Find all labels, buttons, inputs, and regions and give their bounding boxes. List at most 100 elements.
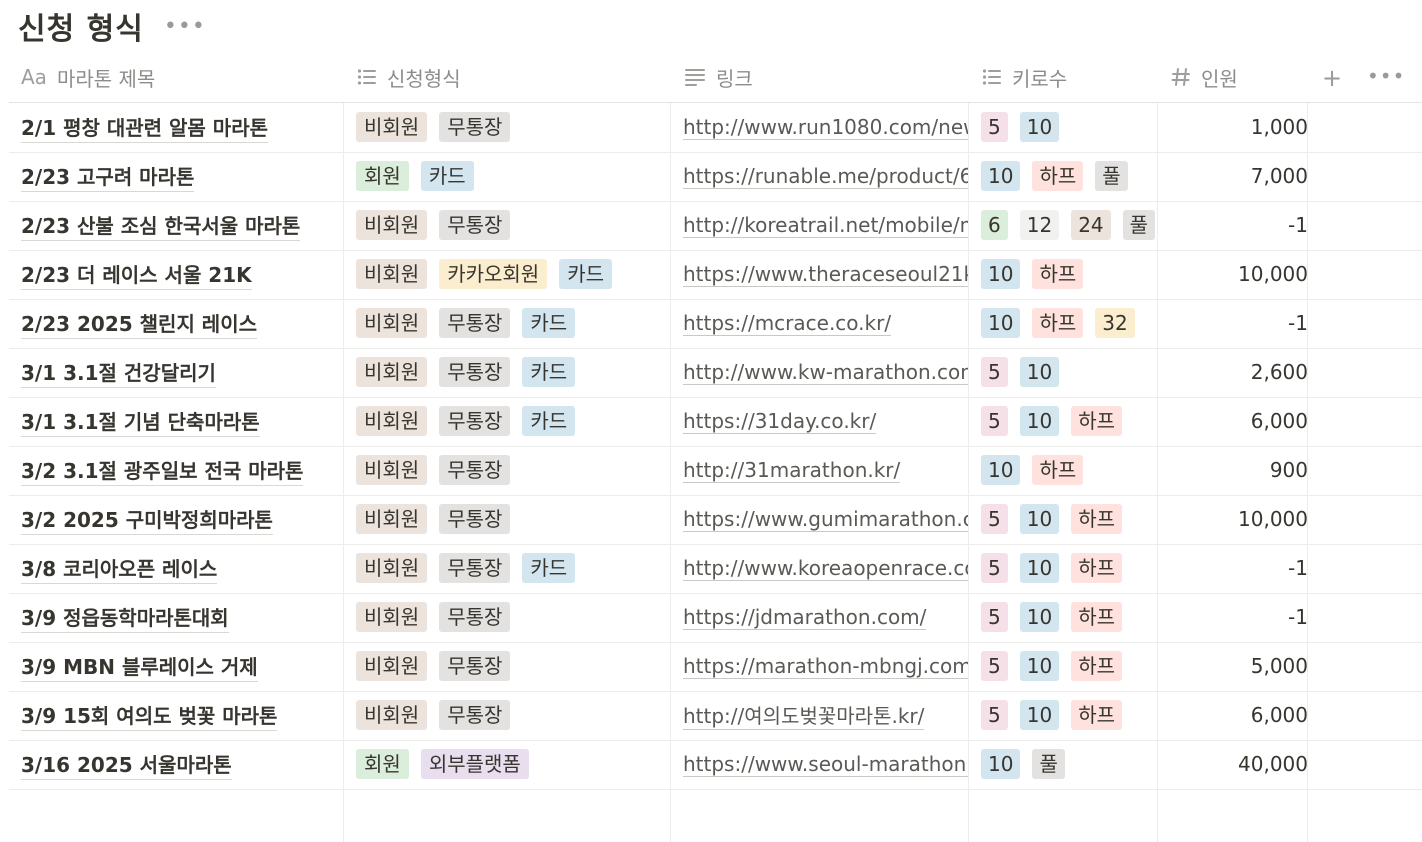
km-cell[interactable]: 10 풀: [981, 740, 1158, 788]
column-header-link[interactable]: 링크: [684, 52, 753, 102]
link-cell[interactable]: http://koreatrail.net/mobile/ma: [683, 201, 968, 249]
page-title[interactable]: 신청 형식: [18, 4, 144, 48]
link-cell[interactable]: http://31marathon.kr/: [683, 446, 968, 494]
km-cell[interactable]: 5 10: [981, 348, 1158, 396]
km-cell[interactable]: 6 12 24 풀: [981, 201, 1158, 249]
link-url[interactable]: http://www.kw-marathon.com/: [683, 360, 968, 385]
marathon-title-cell[interactable]: 3/8 코리아오픈 레이스: [21, 544, 341, 592]
km-cell[interactable]: 5 10 하프: [981, 397, 1158, 445]
km-cell[interactable]: 10 하프: [981, 250, 1158, 298]
marathon-title[interactable]: 2/23 고구려 마라톤: [21, 161, 195, 192]
table-row[interactable]: 3/9 정읍동학마라톤대회 비회원 무통장 https://jdmarathon.co…: [9, 593, 1422, 643]
marathon-title-cell[interactable]: 3/16 2025 서울마라톤: [21, 740, 341, 788]
participant-count[interactable]: 10,000: [1158, 495, 1308, 543]
participant-count[interactable]: -1: [1158, 201, 1308, 249]
participant-count[interactable]: -1: [1158, 299, 1308, 347]
form-cell[interactable]: 회원 외부플랫폼: [356, 740, 671, 788]
link-cell[interactable]: https://runable.me/product/66: [683, 152, 968, 200]
table-row[interactable]: 2/23 산불 조심 한국서울 마라톤 비회원 무통장 http://koreatra…: [9, 201, 1422, 251]
link-cell[interactable]: https://marathon-mbngj.com/: [683, 642, 968, 690]
form-cell[interactable]: 비회원 카카오회원 카드: [356, 250, 671, 298]
link-cell[interactable]: https://www.seoul-marathon.co: [683, 740, 968, 788]
marathon-title[interactable]: 3/9 15회 여의도 벚꽃 마라톤: [21, 700, 278, 731]
link-cell[interactable]: https://31day.co.kr/: [683, 397, 968, 445]
table-row[interactable]: 2/1 평창 대관련 알몸 마라톤 비회원 무통장 http://www.run108…: [9, 103, 1422, 153]
page-more-icon[interactable]: •••: [164, 14, 206, 39]
marathon-title[interactable]: 3/2 3.1절 광주일보 전국 마라톤: [21, 455, 304, 486]
marathon-title-cell[interactable]: 3/1 3.1절 기념 단축마라톤: [21, 397, 341, 445]
marathon-title-cell[interactable]: 3/2 3.1절 광주일보 전국 마라톤: [21, 446, 341, 494]
marathon-title-cell[interactable]: 3/9 MBN 블루레이스 거제: [21, 642, 341, 690]
form-cell[interactable]: 비회원 무통장: [356, 103, 671, 151]
marathon-title[interactable]: 3/9 MBN 블루레이스 거제: [21, 651, 258, 682]
participant-count[interactable]: -1: [1158, 544, 1308, 592]
table-row[interactable]: 3/2 3.1절 광주일보 전국 마라톤 비회원 무통장 http://31marat…: [9, 446, 1422, 496]
link-cell[interactable]: http://여의도벚꽃마라톤.kr/: [683, 691, 968, 739]
link-cell[interactable]: https://www.gumimarathon.cor: [683, 495, 968, 543]
link-url[interactable]: https://mcrace.co.kr/: [683, 311, 892, 336]
km-cell[interactable]: 5 10 하프: [981, 691, 1158, 739]
participant-count[interactable]: 5,000: [1158, 642, 1308, 690]
link-url[interactable]: https://www.gumimarathon.cor: [683, 507, 968, 532]
table-row[interactable]: 3/2 2025 구미박정희마라톤 비회원 무통장 https://www.gumim…: [9, 495, 1422, 545]
km-cell[interactable]: 10 하프 32: [981, 299, 1158, 347]
column-header-km[interactable]: 키로수: [982, 52, 1067, 102]
marathon-title-cell[interactable]: 3/1 3.1절 건강달리기: [21, 348, 341, 396]
marathon-title-cell[interactable]: 2/23 2025 챌린지 레이스: [21, 299, 341, 347]
form-cell[interactable]: 비회원 무통장 카드: [356, 544, 671, 592]
form-cell[interactable]: 비회원 무통장 카드: [356, 299, 671, 347]
km-cell[interactable]: 10 하프: [981, 446, 1158, 494]
km-cell[interactable]: 5 10 하프: [981, 642, 1158, 690]
link-url[interactable]: http://koreatrail.net/mobile/ma: [683, 213, 968, 238]
marathon-title-cell[interactable]: 2/23 고구려 마라톤: [21, 152, 341, 200]
marathon-title[interactable]: 3/1 3.1절 건강달리기: [21, 357, 216, 388]
form-cell[interactable]: 비회원 무통장 카드: [356, 348, 671, 396]
km-cell[interactable]: 5 10: [981, 103, 1158, 151]
form-cell[interactable]: 비회원 무통장 카드: [356, 397, 671, 445]
marathon-title[interactable]: 2/1 평창 대관련 알몸 마라톤: [21, 112, 268, 143]
participant-count[interactable]: 6,000: [1158, 397, 1308, 445]
table-row[interactable]: 3/9 MBN 블루레이스 거제 비회원 무통장 https://marathon-m…: [9, 642, 1422, 692]
add-property-icon[interactable]: +: [1322, 64, 1342, 92]
link-url[interactable]: http://www.koreaopenrace.com: [683, 556, 968, 581]
form-cell[interactable]: 비회원 무통장: [356, 495, 671, 543]
column-header-title[interactable]: Aa 마라톤 제목: [21, 52, 155, 102]
link-url[interactable]: http://www.run1080.com/new/: [683, 115, 968, 140]
km-cell[interactable]: 5 10 하프: [981, 544, 1158, 592]
form-cell[interactable]: 비회원 무통장: [356, 593, 671, 641]
participant-count[interactable]: 2,600: [1158, 348, 1308, 396]
marathon-title-cell[interactable]: 2/1 평창 대관련 알몸 마라톤: [21, 103, 341, 151]
link-cell[interactable]: https://www.theraceseoul21k.c: [683, 250, 968, 298]
link-cell[interactable]: http://www.run1080.com/new/: [683, 103, 968, 151]
marathon-title[interactable]: 3/1 3.1절 기념 단축마라톤: [21, 406, 260, 437]
participant-count[interactable]: 1,000: [1158, 103, 1308, 151]
link-url[interactable]: https://jdmarathon.com/: [683, 605, 927, 630]
marathon-title-cell[interactable]: 3/9 정읍동학마라톤대회: [21, 593, 341, 641]
participant-count[interactable]: 10,000: [1158, 250, 1308, 298]
link-url[interactable]: https://runable.me/product/66: [683, 164, 968, 189]
link-url[interactable]: https://marathon-mbngj.com/: [683, 654, 968, 679]
column-header-count[interactable]: 인원: [1171, 52, 1238, 102]
participant-count[interactable]: -1: [1158, 593, 1308, 641]
marathon-title[interactable]: 2/23 2025 챌린지 레이스: [21, 308, 258, 339]
marathon-title[interactable]: 3/16 2025 서울마라톤: [21, 749, 232, 780]
form-cell[interactable]: 비회원 무통장: [356, 691, 671, 739]
form-cell[interactable]: 비회원 무통장: [356, 642, 671, 690]
marathon-title[interactable]: 3/9 정읍동학마라톤대회: [21, 602, 229, 633]
marathon-title-cell[interactable]: 3/9 15회 여의도 벚꽃 마라톤: [21, 691, 341, 739]
marathon-title-cell[interactable]: 2/23 산불 조심 한국서울 마라톤: [21, 201, 341, 249]
participant-count[interactable]: 40,000: [1158, 740, 1308, 788]
link-cell[interactable]: https://mcrace.co.kr/: [683, 299, 968, 347]
form-cell[interactable]: 회원 카드: [356, 152, 671, 200]
link-url[interactable]: https://www.theraceseoul21k.c: [683, 262, 968, 287]
participant-count[interactable]: 900: [1158, 446, 1308, 494]
marathon-title-cell[interactable]: 2/23 더 레이스 서울 21K: [21, 250, 341, 298]
form-cell[interactable]: 비회원 무통장: [356, 201, 671, 249]
form-cell[interactable]: 비회원 무통장: [356, 446, 671, 494]
column-header-form[interactable]: 신청형식: [357, 52, 461, 102]
link-url[interactable]: https://www.seoul-marathon.co: [683, 752, 968, 777]
link-url[interactable]: http://여의도벚꽃마라톤.kr/: [683, 700, 925, 730]
table-row[interactable]: 3/1 3.1절 기념 단축마라톤 비회원 무통장 카드 https://31day.c…: [9, 397, 1422, 447]
marathon-title[interactable]: 3/2 2025 구미박정희마라톤: [21, 504, 273, 535]
link-cell[interactable]: http://www.kw-marathon.com/: [683, 348, 968, 396]
